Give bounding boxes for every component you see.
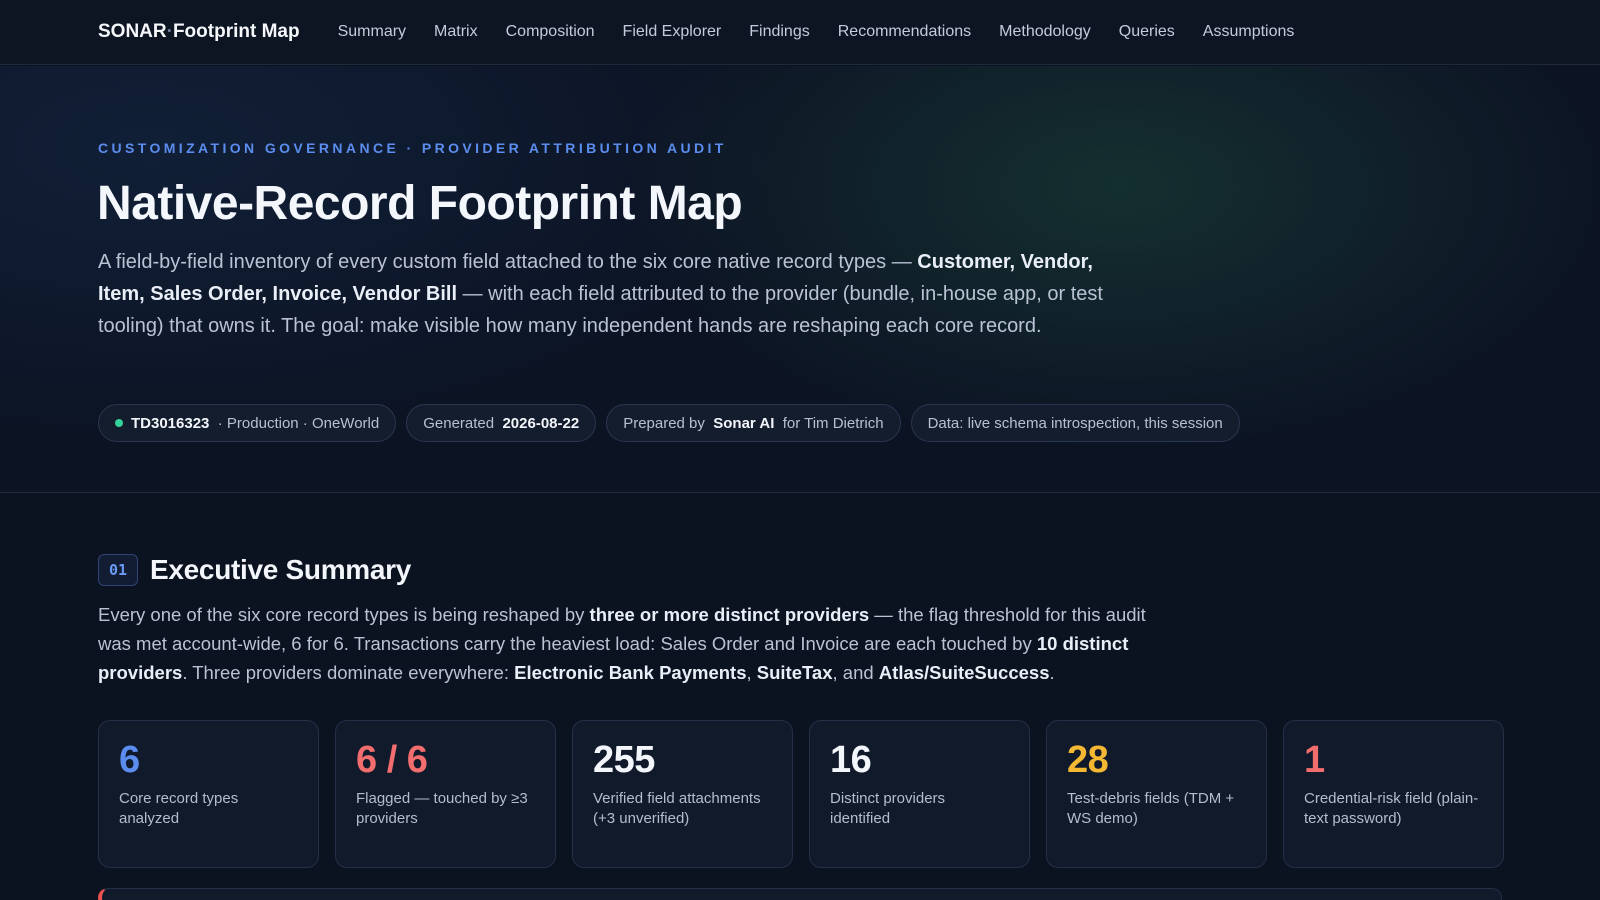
brand-subtitle: Footprint Map — [172, 21, 300, 42]
brand-logo[interactable]: SONAR·Footprint Map — [98, 21, 300, 43]
nav-findings[interactable]: Findings — [749, 23, 809, 41]
hero-description: A field-by-field inventory of every cust… — [98, 246, 1108, 342]
status-dot-icon — [115, 419, 123, 427]
generated-pill: Generated 2026-08-22 — [406, 404, 597, 442]
generated-date: 2026-08-22 — [502, 414, 580, 432]
brand-name: SONAR — [98, 21, 167, 42]
hero-eyebrow: CUSTOMIZATION GOVERNANCE · PROVIDER ATTR… — [98, 140, 727, 156]
stat-label: Test-debris fields (TDM + WS demo) — [1067, 790, 1235, 827]
stat-card-record-types: 6 Core record types analyzed — [98, 720, 319, 868]
stat-label: Verified field attachments (+3 unverifie… — [593, 790, 761, 827]
hero-desc-text: A field-by-field inventory of every cust… — [98, 251, 918, 273]
summary-text: . — [1049, 662, 1055, 683]
stat-value: 1 — [1304, 739, 1325, 781]
alert-banner-partial — [98, 888, 1502, 900]
stat-label: Credential-risk field (plain-text passwo… — [1304, 790, 1479, 827]
section-number-badge: 01 — [98, 554, 138, 586]
prepared-label: Prepared by — [623, 414, 705, 432]
summary-text: Every one of the six core record types i… — [98, 604, 590, 625]
summary-text: , — [746, 662, 757, 683]
data-source: Data: live schema introspection, this se… — [927, 414, 1223, 432]
nav-assumptions[interactable]: Assumptions — [1203, 23, 1295, 41]
prepared-by: Sonar AI — [713, 414, 775, 432]
executive-summary-text: Every one of the six core record types i… — [98, 600, 1178, 687]
summary-text: . Three providers dominate everywhere: — [182, 662, 515, 683]
stat-value: 6 — [119, 739, 140, 781]
summary-emphasis: three or more distinct providers — [589, 604, 870, 625]
stat-card-field-attachments: 255 Verified field attachments (+3 unver… — [572, 720, 793, 868]
page-title: Native-Record Footprint Map — [97, 177, 743, 230]
account-environment: · Production · OneWorld — [217, 414, 380, 432]
section-title: Executive Summary — [150, 554, 412, 585]
stat-label: Core record types analyzed — [119, 790, 239, 827]
account-id: TD3016323 — [131, 414, 210, 432]
prepared-for: for Tim Dietrich — [782, 414, 884, 432]
nav-field-explorer[interactable]: Field Explorer — [623, 23, 722, 41]
nav-queries[interactable]: Queries — [1119, 23, 1175, 41]
main-nav: Summary Matrix Composition Field Explore… — [338, 23, 1323, 41]
hero-section: CUSTOMIZATION GOVERNANCE · PROVIDER ATTR… — [0, 66, 1600, 493]
nav-methodology[interactable]: Methodology — [999, 23, 1091, 41]
generated-label: Generated — [423, 414, 495, 432]
summary-emphasis: SuiteTax — [756, 662, 833, 683]
stat-value: 6 / 6 — [356, 739, 428, 781]
summary-emphasis: Electronic Bank Payments — [514, 662, 747, 683]
nav-matrix[interactable]: Matrix — [434, 23, 478, 41]
stat-value: 255 — [593, 739, 655, 781]
stat-value: 28 — [1067, 739, 1109, 781]
summary-text: , and — [832, 662, 879, 683]
executive-summary-header: 01 Executive Summary — [98, 554, 411, 586]
data-source-pill: Data: live schema introspection, this se… — [910, 404, 1240, 442]
nav-summary[interactable]: Summary — [338, 23, 406, 41]
stat-cards: 6 Core record types analyzed 6 / 6 Flagg… — [98, 720, 1504, 868]
stat-label: Distinct providers identified — [830, 790, 946, 827]
account-pill: TD3016323 · Production · OneWorld — [98, 404, 397, 442]
top-nav-bar: SONAR·Footprint Map Summary Matrix Compo… — [0, 0, 1600, 65]
prepared-pill: Prepared by Sonar AI for Tim Dietrich — [606, 404, 901, 442]
stat-card-providers: 16 Distinct providers identified — [809, 720, 1030, 868]
stat-card-credential-risk: 1 Credential-risk field (plain-text pass… — [1283, 720, 1504, 868]
nav-recommendations[interactable]: Recommendations — [838, 23, 971, 41]
stat-label: Flagged — touched by ≥3 providers — [356, 790, 528, 827]
stat-card-test-debris: 28 Test-debris fields (TDM + WS demo) — [1046, 720, 1267, 868]
nav-composition[interactable]: Composition — [506, 23, 595, 41]
summary-emphasis: Atlas/SuiteSuccess — [878, 662, 1050, 683]
stat-value: 16 — [830, 739, 872, 781]
stat-card-flagged: 6 / 6 Flagged — touched by ≥3 providers — [335, 720, 556, 868]
meta-pills: TD3016323 · Production · OneWorld Genera… — [98, 404, 1250, 442]
